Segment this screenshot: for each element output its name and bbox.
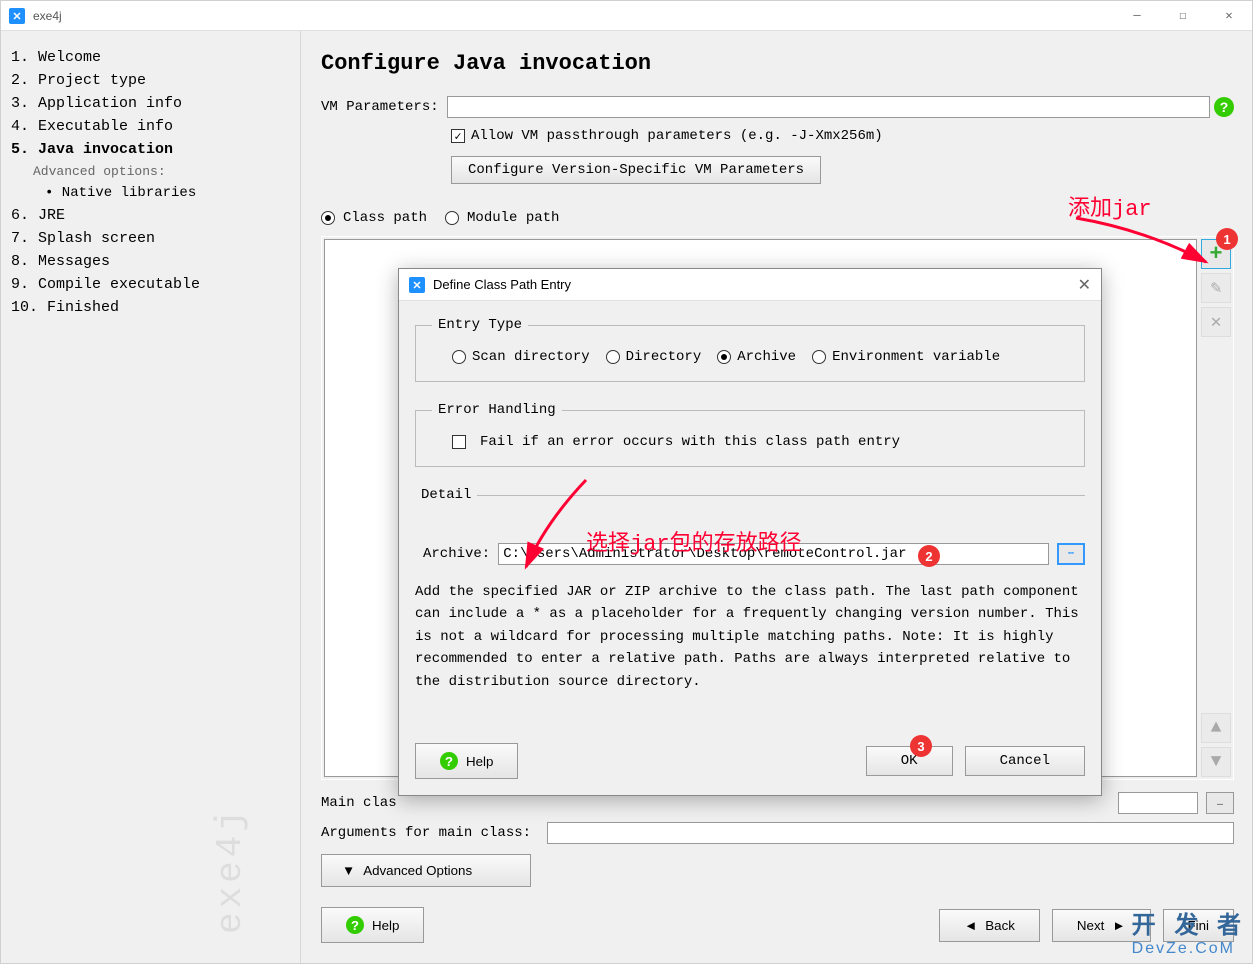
- help-icon: ?: [440, 752, 458, 770]
- annotation-badge-3: 3: [910, 735, 932, 757]
- env-var-radio[interactable]: [812, 350, 826, 364]
- error-handling-legend: Error Handling: [432, 402, 562, 418]
- app-icon: [9, 8, 25, 24]
- dialog-help-button[interactable]: ? Help: [415, 743, 518, 779]
- archive-browse-button[interactable]: ⋯: [1057, 543, 1085, 565]
- sidebar-step-1[interactable]: 1. Welcome: [11, 46, 290, 69]
- sidebar-step-2[interactable]: 2. Project type: [11, 69, 290, 92]
- args-input[interactable]: [547, 822, 1234, 844]
- module-path-label: Module path: [467, 210, 559, 226]
- annotation-badge-1: 1: [1216, 228, 1238, 250]
- arrow-left-icon: ◄: [964, 918, 977, 933]
- sidebar-step-4[interactable]: 4. Executable info: [11, 115, 290, 138]
- page-title: Configure Java invocation: [321, 51, 1234, 76]
- dialog-title: Define Class Path Entry: [433, 277, 571, 292]
- class-path-radio[interactable]: [321, 211, 335, 225]
- ellipsis-icon: ⋯: [1068, 548, 1074, 560]
- error-handling-fieldset: Error Handling Fail if an error occurs w…: [415, 402, 1085, 467]
- main-class-input[interactable]: [1118, 792, 1198, 814]
- archive-label: Archive:: [423, 546, 490, 562]
- archive-radio[interactable]: [717, 350, 731, 364]
- vm-params-input[interactable]: [447, 96, 1210, 118]
- wizard-sidebar: 1. Welcome2. Project type3. Application …: [1, 31, 301, 963]
- sidebar-step-5[interactable]: 5. Java invocation: [11, 138, 290, 161]
- move-down-button[interactable]: ▼: [1201, 747, 1231, 777]
- directory-radio[interactable]: [606, 350, 620, 364]
- main-class-label: Main clas: [321, 795, 397, 811]
- entry-type-legend: Entry Type: [432, 317, 528, 333]
- window-title: exe4j: [33, 9, 62, 23]
- back-button[interactable]: ◄ Back: [939, 909, 1040, 942]
- titlebar: exe4j ─ ☐ ✕: [1, 1, 1252, 31]
- module-path-radio[interactable]: [445, 211, 459, 225]
- move-up-button[interactable]: ▲: [1201, 713, 1231, 743]
- sidebar-step-6[interactable]: 6. JRE: [11, 204, 290, 227]
- detail-legend: Detail: [415, 487, 477, 503]
- scan-directory-radio[interactable]: [452, 350, 466, 364]
- sidebar-step-7[interactable]: 7. Splash screen: [11, 227, 290, 250]
- define-classpath-dialog: Define Class Path Entry ✕ Entry Type Sca…: [398, 268, 1102, 796]
- arrow-right-icon: ►: [1112, 918, 1125, 933]
- allow-passthrough-label: Allow VM passthrough parameters (e.g. -J…: [471, 128, 883, 144]
- annotation-badge-2: 2: [918, 545, 940, 567]
- sidebar-step-8[interactable]: 8. Messages: [11, 250, 290, 273]
- sidebar-step-10[interactable]: 10. Finished: [11, 296, 290, 319]
- dialog-close-button[interactable]: ✕: [1078, 275, 1091, 295]
- devze-watermark: 开 发 者 DevZe.CoM: [1132, 905, 1247, 958]
- entry-type-fieldset: Entry Type Scan directory Directory Arch…: [415, 317, 1085, 382]
- watermark: exe4j: [210, 806, 251, 934]
- dialog-icon: [409, 277, 425, 293]
- sidebar-sub-item[interactable]: • Native libraries: [11, 182, 290, 204]
- main-class-browse-button[interactable]: …: [1206, 792, 1234, 814]
- help-icon: ?: [346, 916, 364, 934]
- fail-on-error-checkbox[interactable]: [452, 435, 466, 449]
- ok-button[interactable]: OK: [866, 746, 953, 776]
- archive-description: Add the specified JAR or ZIP archive to …: [415, 581, 1085, 693]
- minimize-button[interactable]: ─: [1114, 1, 1160, 31]
- help-button[interactable]: ? Help: [321, 907, 424, 943]
- args-label: Arguments for main class:: [321, 825, 531, 841]
- delete-entry-button[interactable]: ✕: [1201, 307, 1231, 337]
- help-icon[interactable]: ?: [1214, 97, 1234, 117]
- configure-version-button[interactable]: Configure Version-Specific VM Parameters: [451, 156, 821, 184]
- class-path-label: Class path: [343, 210, 427, 226]
- edit-entry-button[interactable]: ✎: [1201, 273, 1231, 303]
- close-button[interactable]: ✕: [1206, 1, 1252, 31]
- allow-passthrough-checkbox[interactable]: [451, 129, 465, 143]
- vm-params-label: VM Parameters:: [321, 99, 439, 115]
- maximize-button[interactable]: ☐: [1160, 1, 1206, 31]
- archive-path-input[interactable]: [498, 543, 1049, 565]
- sidebar-sub-title: Advanced options:: [11, 161, 290, 182]
- advanced-options-button[interactable]: ▼ Advanced Options: [321, 854, 531, 887]
- detail-fieldset: Detail Archive: ⋯ Add the specified JAR …: [415, 487, 1085, 693]
- chevron-down-icon: ▼: [342, 863, 355, 878]
- sidebar-step-3[interactable]: 3. Application info: [11, 92, 290, 115]
- sidebar-step-9[interactable]: 9. Compile executable: [11, 273, 290, 296]
- cancel-button[interactable]: Cancel: [965, 746, 1085, 776]
